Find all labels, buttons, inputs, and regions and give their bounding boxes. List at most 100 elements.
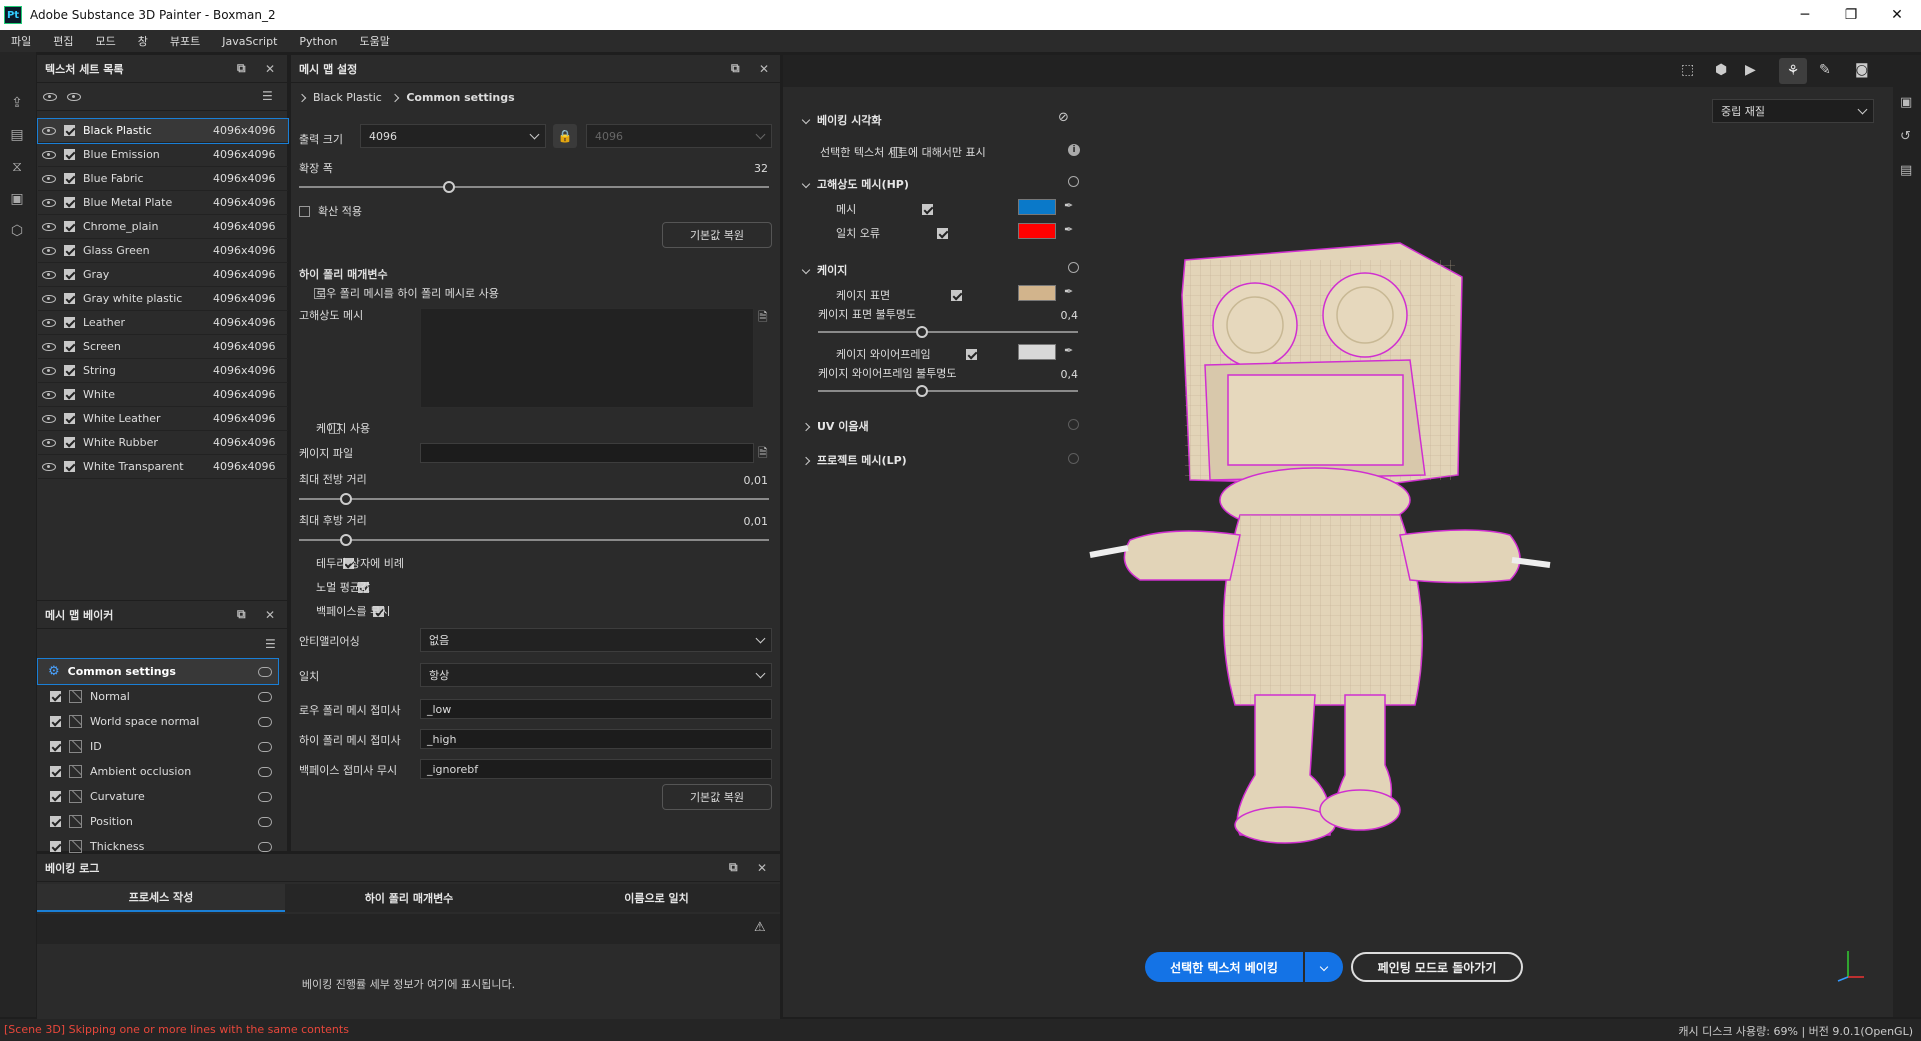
texture-set-row[interactable]: String 4096x4096 (38, 359, 288, 383)
texture-set-checkbox[interactable] (64, 149, 75, 160)
cage-wire-color-swatch[interactable] (1018, 344, 1056, 360)
tab-process[interactable]: 프로세스 작성 (37, 884, 285, 912)
output-size-dropdown[interactable]: 4096 (360, 124, 546, 148)
max-frontal-slider[interactable] (299, 498, 769, 500)
properties-icon[interactable]: ▤ (1900, 163, 1912, 178)
baker-checkbox[interactable] (50, 816, 61, 827)
view-mode-icon[interactable]: ⬚ (1681, 62, 1694, 78)
link-icon[interactable] (258, 816, 272, 827)
menu-javascript[interactable]: JavaScript (211, 35, 288, 48)
close-icon[interactable]: ✕ (759, 62, 769, 76)
cage-surface-opacity-slider[interactable] (818, 331, 1078, 333)
export-icon[interactable]: ⇪ (6, 92, 28, 114)
visibility-all-icon[interactable] (67, 93, 81, 101)
baker-checkbox[interactable] (50, 766, 61, 777)
baker-row[interactable]: Position (38, 809, 278, 834)
slider-handle[interactable] (340, 493, 352, 505)
info-icon[interactable]: i (1068, 144, 1080, 156)
baker-checkbox[interactable] (50, 791, 61, 802)
high-res-mesh-list[interactable] (420, 308, 754, 408)
back-to-painting-button[interactable]: 페인팅 모드로 돌아가기 (1351, 952, 1523, 982)
link-icon[interactable] (258, 666, 272, 677)
texture-set-row[interactable]: White Leather 4096x4096 (38, 407, 288, 431)
baker-checkbox[interactable] (50, 691, 61, 702)
max-rear-slider[interactable] (299, 539, 769, 541)
hp-header[interactable]: 고해상도 메시(HP) (801, 176, 909, 192)
close-button[interactable]: ✕ (1874, 0, 1920, 30)
bake-mode-icon[interactable]: ⚘ (1779, 58, 1807, 84)
baker-row[interactable]: ID (38, 734, 278, 759)
document-icon[interactable]: ▣ (6, 188, 28, 210)
texture-set-checkbox[interactable] (64, 293, 75, 304)
baker-row[interactable]: Ambient occlusion (38, 759, 278, 784)
texture-set-checkbox[interactable] (64, 245, 75, 256)
mesh-icon[interactable]: ⬡ (6, 220, 28, 242)
texture-set-row[interactable]: Chrome_plain 4096x4096 (38, 215, 288, 239)
match-error-color-swatch[interactable] (1018, 223, 1056, 239)
baker-row[interactable]: Normal (38, 684, 278, 709)
menu-mode[interactable]: 모드 (85, 33, 127, 49)
texture-set-checkbox[interactable] (64, 125, 75, 136)
lp-header[interactable]: 프로젝트 메시(LP) (801, 452, 907, 468)
texture-set-row[interactable]: Blue Emission 4096x4096 (38, 143, 288, 167)
shelf-icon[interactable]: ⧖ (6, 156, 28, 178)
slider-handle[interactable] (916, 385, 928, 397)
menu-help[interactable]: 도움말 (349, 33, 401, 49)
texture-set-checkbox[interactable] (64, 269, 75, 280)
texture-set-checkbox[interactable] (64, 461, 75, 472)
texture-set-row[interactable]: Blue Metal Plate 4096x4096 (38, 191, 288, 215)
float-icon[interactable]: ⧉ (237, 607, 246, 622)
bake-vis-header[interactable]: 베이킹 시각화 (801, 112, 882, 128)
texture-set-row[interactable]: White 4096x4096 (38, 383, 288, 407)
file-icon[interactable]: 🗎 (758, 308, 768, 329)
visibility-icon[interactable] (42, 414, 56, 423)
close-icon[interactable]: ✕ (265, 608, 275, 622)
visibility-icon[interactable] (42, 174, 56, 183)
display-settings-icon[interactable]: ▣ (1900, 95, 1912, 110)
match-error-checkbox[interactable] (936, 228, 948, 239)
eyedropper-icon[interactable]: ✒ (1064, 223, 1076, 236)
mesh-checkbox[interactable] (921, 204, 933, 215)
ignore-suffix-field[interactable]: _ignorebf (420, 759, 772, 779)
link-icon[interactable] (258, 791, 272, 802)
reset-icon[interactable] (1068, 453, 1079, 464)
link-icon[interactable] (258, 766, 272, 777)
float-icon[interactable]: ⧉ (731, 61, 740, 76)
cage-surface-color-swatch[interactable] (1018, 285, 1056, 301)
cage-wire-checkbox[interactable] (966, 349, 978, 360)
breadcrumb-item[interactable]: Common settings (406, 91, 514, 104)
breadcrumb-item[interactable]: Black Plastic (313, 91, 382, 104)
high-suffix-field[interactable]: _high (420, 729, 772, 749)
menu-edit[interactable]: 편집 (42, 33, 84, 49)
menu-python[interactable]: Python (288, 35, 348, 48)
reset-defaults-button-2[interactable]: 기본값 복원 (662, 784, 772, 810)
close-icon[interactable]: ✕ (757, 861, 767, 875)
cage-surface-checkbox[interactable] (951, 290, 963, 301)
texture-set-row[interactable]: White Rubber 4096x4096 (38, 431, 288, 455)
screenshot-icon[interactable]: ◙ (1855, 62, 1869, 78)
uv-seams-header[interactable]: UV 이음새 (801, 418, 869, 434)
antialiasing-dropdown[interactable]: 없음 (420, 628, 772, 652)
bake-selected-button[interactable]: 선택한 텍스처 베이킹 (1145, 952, 1303, 982)
material-mode-dropdown[interactable]: 중립 재질 (1712, 99, 1874, 123)
menu-icon[interactable]: ☰ (265, 637, 276, 651)
tab-high-poly[interactable]: 하이 폴리 매개변수 (285, 884, 533, 912)
texture-set-checkbox[interactable] (64, 389, 75, 400)
visibility-icon[interactable] (42, 270, 56, 279)
menu-file[interactable]: 파일 (0, 33, 42, 49)
texture-set-row[interactable]: Screen 4096x4096 (38, 335, 288, 359)
texture-set-row[interactable]: Glass Green 4096x4096 (38, 239, 288, 263)
reset-icon[interactable] (1068, 262, 1079, 273)
baker-checkbox[interactable] (50, 741, 61, 752)
texture-set-checkbox[interactable] (64, 317, 75, 328)
eye-off-icon[interactable]: ⊘ (1058, 110, 1069, 125)
reset-icon[interactable] (1068, 419, 1079, 430)
link-icon[interactable] (258, 741, 272, 752)
float-icon[interactable]: ⧉ (729, 860, 738, 875)
lock-icon[interactable]: 🔒 (553, 124, 577, 148)
visibility-icon[interactable] (42, 246, 56, 255)
visibility-icon[interactable] (42, 294, 56, 303)
bake-options-dropdown[interactable] (1305, 952, 1343, 982)
mesh-color-swatch[interactable] (1018, 199, 1056, 215)
baker-checkbox[interactable] (50, 716, 61, 727)
